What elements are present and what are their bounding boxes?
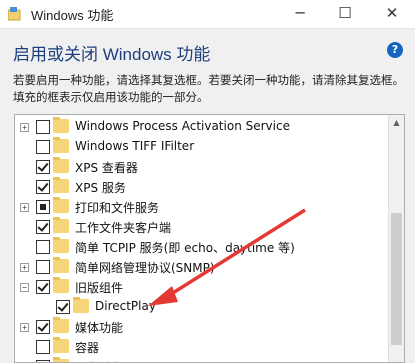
feature-checkbox[interactable]: [36, 140, 50, 154]
feature-checkbox[interactable]: [36, 340, 50, 354]
feature-label: 简单网络管理协议(SNMP): [75, 261, 215, 275]
feature-checkbox[interactable]: [36, 180, 50, 194]
feature-row[interactable]: + 打印和文件服务: [15, 197, 387, 217]
feature-tree[interactable]: + Windows Process Activation Service Windo…: [14, 114, 405, 363]
feature-row[interactable]: +设备锁定: [15, 357, 387, 362]
title-bar: Windows 功能 ─ ☐ ✕: [0, 0, 415, 29]
folder-icon: [53, 117, 69, 133]
feature-label: 容器: [75, 341, 100, 355]
expand-icon[interactable]: +: [20, 263, 29, 272]
feature-label: Windows Process Activation Service: [75, 119, 290, 133]
scroll-thumb[interactable]: [391, 213, 402, 345]
feature-row[interactable]: + 简单网络管理协议(SNMP): [15, 257, 387, 277]
feature-checkbox[interactable]: [36, 160, 50, 174]
page-title: 启用或关闭 Windows 功能: [13, 45, 211, 64]
folder-icon: [53, 357, 69, 362]
folder-icon: [53, 317, 69, 333]
feature-checkbox[interactable]: [36, 120, 50, 134]
feature-label: 设备锁定: [75, 359, 123, 362]
feature-row[interactable]: Windows TIFF IFilter: [15, 137, 387, 157]
folder-icon: [53, 197, 69, 213]
feature-label: 打印和文件服务: [75, 201, 160, 215]
folder-icon: [53, 237, 69, 253]
feature-label: DirectPlay: [95, 299, 156, 313]
folder-icon: [53, 337, 69, 353]
feature-row[interactable]: + 媒体功能: [15, 317, 387, 337]
feature-label: 媒体功能: [75, 321, 124, 335]
feature-checkbox[interactable]: [56, 300, 70, 314]
feature-row[interactable]: XPS 服务: [15, 177, 387, 197]
feature-label: Windows TIFF IFilter: [75, 139, 195, 153]
feature-row[interactable]: 简单 TCPIP 服务(即 echo、daytime 等): [15, 237, 387, 257]
feature-checkbox[interactable]: [36, 320, 50, 334]
scroll-up-arrow-icon[interactable]: ▲: [389, 115, 404, 131]
expand-icon[interactable]: +: [20, 123, 29, 132]
folder-icon: [53, 217, 69, 233]
folder-icon: [53, 157, 69, 173]
folder-icon: [53, 137, 69, 153]
expand-icon[interactable]: +: [20, 323, 29, 332]
feature-row[interactable]: XPS 查看器: [15, 157, 387, 177]
help-icon[interactable]: ?: [387, 42, 403, 58]
description-text: 若要启用一种功能，请选择其复选框。若要关闭一种功能，请清除其复选框。填充的框表示…: [13, 73, 404, 104]
feature-row[interactable]: 工作文件夹客户端: [15, 217, 387, 237]
folder-icon: [53, 257, 69, 273]
windows-features-icon: [8, 7, 21, 21]
feature-checkbox[interactable]: [36, 280, 50, 294]
feature-checkbox[interactable]: [36, 200, 50, 214]
feature-checkbox[interactable]: [36, 220, 50, 234]
vertical-scrollbar[interactable]: ▲: [388, 115, 404, 362]
feature-label: XPS 查看器: [75, 161, 138, 175]
folder-icon: [73, 297, 89, 313]
maximize-button[interactable]: ☐: [323, 0, 367, 28]
folder-icon: [53, 177, 69, 193]
feature-label: 旧版组件: [75, 281, 124, 295]
feature-checkbox[interactable]: [36, 260, 50, 274]
collapse-icon[interactable]: −: [20, 283, 29, 292]
feature-label: 工作文件夹客户端: [75, 221, 172, 235]
feature-label: 简单 TCPIP 服务(即 echo、daytime 等): [75, 241, 295, 255]
expand-icon[interactable]: +: [20, 203, 29, 212]
feature-row[interactable]: 容器: [15, 337, 387, 357]
close-button[interactable]: ✕: [370, 0, 414, 28]
feature-row[interactable]: DirectPlay: [15, 297, 387, 317]
window-title: Windows 功能: [31, 8, 114, 23]
feature-row[interactable]: − 旧版组件: [15, 277, 387, 297]
minimize-button[interactable]: ─: [278, 0, 322, 28]
folder-icon: [53, 277, 69, 293]
feature-label: XPS 服务: [75, 181, 126, 195]
feature-checkbox[interactable]: [36, 240, 50, 254]
feature-row[interactable]: + Windows Process Activation Service: [15, 117, 387, 137]
